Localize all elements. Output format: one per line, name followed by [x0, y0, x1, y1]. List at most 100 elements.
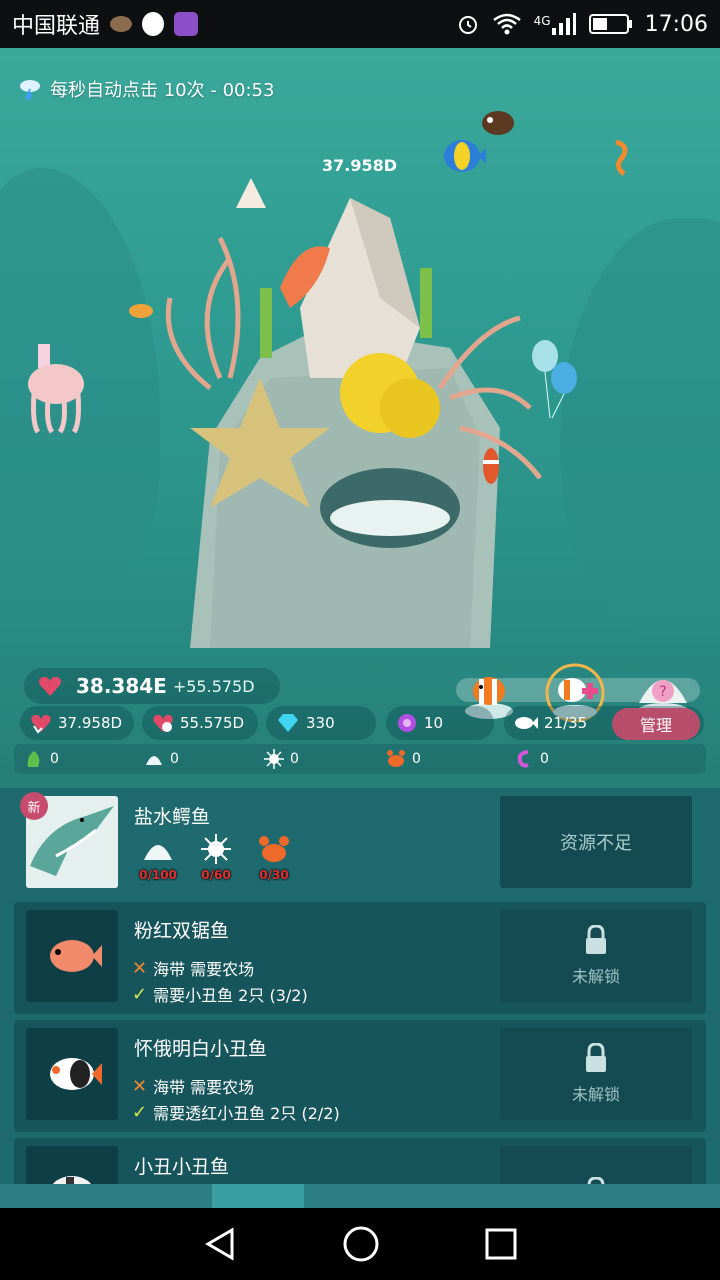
auto-tap-boost-indicator: 每秒自动点击 10次 - 00:53 — [18, 76, 274, 102]
hearts-rate: +55.575D — [172, 676, 255, 696]
check-icon: ✓ — [132, 983, 148, 1005]
gems-pill[interactable]: 330 — [266, 706, 376, 740]
svg-text:?: ? — [659, 684, 666, 700]
carrier-label: 中国联通 — [12, 14, 101, 39]
cost-crab: 0/30 — [250, 834, 298, 882]
requirement-met: ✓ 需要透红小丑鱼 2只 (2/2) — [132, 1100, 340, 1124]
lightning-cloud-icon — [20, 80, 40, 101]
shell-icon — [146, 756, 162, 765]
item-name: 小丑小丑鱼 — [134, 1156, 230, 1178]
material-shell: 0 — [144, 749, 179, 769]
item-thumbnail — [26, 1028, 118, 1120]
tap-value-pill: 37.958D — [20, 706, 134, 740]
diamond-icon — [278, 714, 298, 732]
seahorse-icon[interactable] — [608, 140, 634, 176]
status-bar: 中国联通 4G 17:06 — [0, 0, 720, 48]
list-item[interactable]: 新 盐水鳄鱼 0/100 0/60 0/30 资源不足 — [14, 788, 706, 900]
signal-icon — [551, 13, 576, 35]
urchin-icon — [264, 749, 284, 769]
home-icon[interactable] — [342, 1225, 380, 1263]
boost-text: 每秒自动点击 10次 - 00:53 — [50, 80, 275, 101]
android-navigation-bar — [0, 1208, 720, 1280]
list-item[interactable]: 小丑小丑鱼 — [14, 1138, 706, 1184]
clownfish-icon — [52, 1176, 92, 1184]
floating-earned-number: 37.958D — [322, 156, 398, 175]
hearts-total: 38.384E — [76, 674, 167, 698]
locked-button[interactable]: 未解锁 — [500, 1028, 692, 1120]
cost-shell: 0/100 — [134, 834, 182, 882]
per-second-pill: 55.575D — [142, 706, 258, 740]
coral-island[interactable] — [150, 178, 550, 648]
fish-count-icon — [515, 717, 538, 729]
locked-button[interactable]: 未解锁 — [500, 910, 692, 1002]
fish-icon[interactable] — [126, 302, 156, 320]
requirement-text: 海带 需要农场 — [153, 960, 255, 979]
material-costs: 0/100 0/60 0/30 — [134, 834, 298, 882]
material-crab: 0 — [386, 749, 421, 769]
background-rock — [560, 218, 720, 638]
gems-value: 330 — [306, 714, 335, 732]
requirement-unmet: ✕ 海带 需要农场 — [132, 1074, 254, 1098]
fish-shop-list[interactable]: 新 盐水鳄鱼 0/100 0/60 0/30 资源不足 粉红双锯鱼 ✕ 海带 需… — [0, 788, 720, 1184]
cross-icon: ✕ — [132, 1075, 148, 1097]
recent-apps-icon[interactable] — [484, 1227, 518, 1261]
alarm-icon — [458, 16, 477, 34]
pearls-pill[interactable]: 10 — [386, 706, 494, 740]
clock-label: 17:06 — [644, 11, 708, 37]
lock-icon — [587, 1177, 605, 1184]
bottom-tab-bar[interactable] — [0, 1184, 720, 1208]
per-second-value: 55.575D — [180, 714, 245, 732]
network-type-label: 4G — [533, 14, 551, 28]
pearl-icon — [398, 714, 416, 732]
sea-creature-icon[interactable] — [236, 178, 266, 214]
check-icon: ✓ — [132, 1101, 148, 1123]
tap-heart-icon — [31, 714, 51, 734]
requirement-text: 需要小丑鱼 2只 (3/2) — [153, 986, 308, 1005]
item-name: 怀俄明白小丑鱼 — [134, 1038, 268, 1060]
insufficient-resources-button[interactable]: 资源不足 — [500, 796, 692, 888]
item-thumbnail — [26, 1146, 118, 1184]
lock-icon — [586, 925, 606, 954]
new-badge: 新 — [20, 792, 48, 820]
material-urchin: 0 — [264, 749, 299, 769]
jellyfish-cake-icon[interactable] — [24, 344, 88, 434]
heart-icon — [39, 676, 61, 696]
requirement-text: 需要透红小丑鱼 2只 (2/2) — [153, 1104, 340, 1123]
list-item[interactable]: 粉红双锯鱼 ✕ 海带 需要农场 ✓ 需要小丑鱼 2只 (3/2) 未解锁 — [14, 902, 706, 1014]
crab-icon — [387, 750, 405, 767]
fish-icon[interactable] — [480, 446, 502, 486]
material-value: 0 — [170, 751, 179, 767]
item-thumbnail — [26, 910, 118, 1002]
clock-heart-icon — [153, 714, 173, 732]
cross-icon: ✕ — [132, 957, 148, 979]
tap-value: 37.958D — [58, 714, 123, 732]
pearls-value: 10 — [424, 714, 444, 732]
locked-button[interactable] — [500, 1146, 692, 1184]
fish-icon[interactable] — [440, 136, 486, 176]
qq-icon — [142, 12, 165, 36]
active-tab-indicator[interactable] — [212, 1184, 304, 1208]
shell-icon — [144, 845, 172, 860]
balloon-fish-icon[interactable] — [530, 338, 580, 428]
hearts-counter: 38.384E +55.575D — [24, 668, 280, 704]
cost-amount: 0/60 — [201, 868, 231, 882]
back-icon[interactable] — [202, 1226, 238, 1262]
shrimp-icon — [517, 750, 529, 768]
action-label: 未解锁 — [571, 967, 620, 986]
fish-icon[interactable] — [478, 108, 518, 138]
seaweed-icon — [27, 751, 40, 767]
requirement-unmet: ✕ 海带 需要农场 — [132, 956, 254, 980]
action-label: 未解锁 — [571, 1085, 620, 1104]
item-name: 粉红双锯鱼 — [134, 920, 230, 942]
list-item[interactable]: 怀俄明白小丑鱼 ✕ 海带 需要农场 ✓ 需要透红小丑鱼 2只 (2/2) 未解锁 — [14, 1020, 706, 1132]
manage-button[interactable]: 管理 — [612, 708, 700, 740]
material-seaweed: 0 — [24, 749, 59, 769]
material-shrimp: 0 — [514, 749, 549, 769]
material-value: 0 — [50, 751, 59, 767]
battery-icon — [588, 14, 632, 34]
material-value: 0 — [290, 751, 299, 767]
requirement-text: 海带 需要农场 — [153, 1078, 255, 1097]
wifi-icon — [492, 13, 521, 35]
cost-amount: 0/30 — [259, 868, 289, 882]
action-label: 资源不足 — [560, 833, 632, 854]
